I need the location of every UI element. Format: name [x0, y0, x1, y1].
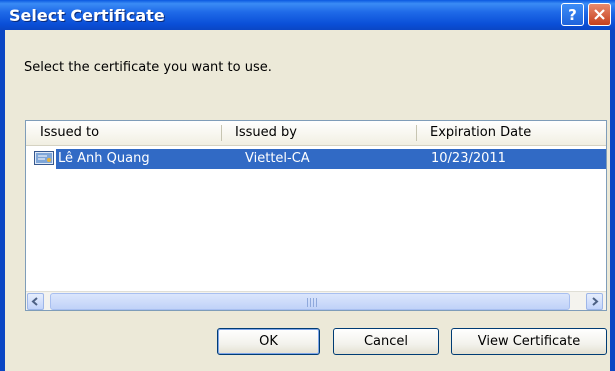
select-certificate-dialog: Select Certificate ? Select the certific…: [0, 0, 615, 371]
window-frame-left: [0, 30, 5, 371]
column-header-expiration-date[interactable]: Expiration Date: [430, 125, 531, 140]
arrow-right-icon: [592, 297, 599, 306]
title-bar[interactable]: Select Certificate ?: [0, 0, 615, 30]
svg-text:?: ?: [568, 6, 577, 24]
close-button[interactable]: [588, 3, 611, 26]
instruction-text: Select the certificate you want to use.: [24, 60, 272, 75]
column-divider[interactable]: [416, 125, 417, 141]
grip-icon: [307, 298, 317, 307]
column-divider[interactable]: [221, 125, 222, 141]
certificate-icon: [34, 151, 54, 165]
scroll-left-button[interactable]: [27, 293, 44, 310]
close-x-icon: [594, 9, 605, 20]
scroll-right-button[interactable]: [586, 293, 603, 310]
column-header-issued-to[interactable]: Issued to: [40, 125, 99, 140]
horizontal-scrollbar[interactable]: [26, 291, 606, 310]
window-frame-right: [610, 30, 615, 371]
list-header: Issued to Issued by Expiration Date: [26, 121, 606, 146]
window-title: Select Certificate: [9, 6, 165, 25]
help-button[interactable]: ?: [561, 3, 584, 26]
column-header-issued-by[interactable]: Issued by: [235, 125, 297, 140]
cancel-button[interactable]: Cancel: [333, 328, 439, 355]
certificate-row[interactable]: Lê Anh Quang Viettel-CA 10/23/2011: [26, 149, 606, 169]
view-certificate-button[interactable]: View Certificate: [451, 328, 607, 355]
ok-button[interactable]: OK: [217, 328, 320, 355]
cell-issued-by: Viettel-CA: [245, 151, 310, 166]
cell-issued-to: Lê Anh Quang: [58, 151, 150, 166]
cell-expiration-date: 10/23/2011: [431, 151, 506, 166]
scroll-thumb[interactable]: [50, 293, 570, 310]
question-mark-icon: ?: [568, 6, 577, 24]
certificate-list[interactable]: Issued to Issued by Expiration Date Lê A…: [25, 120, 607, 311]
arrow-left-icon: [31, 297, 38, 306]
